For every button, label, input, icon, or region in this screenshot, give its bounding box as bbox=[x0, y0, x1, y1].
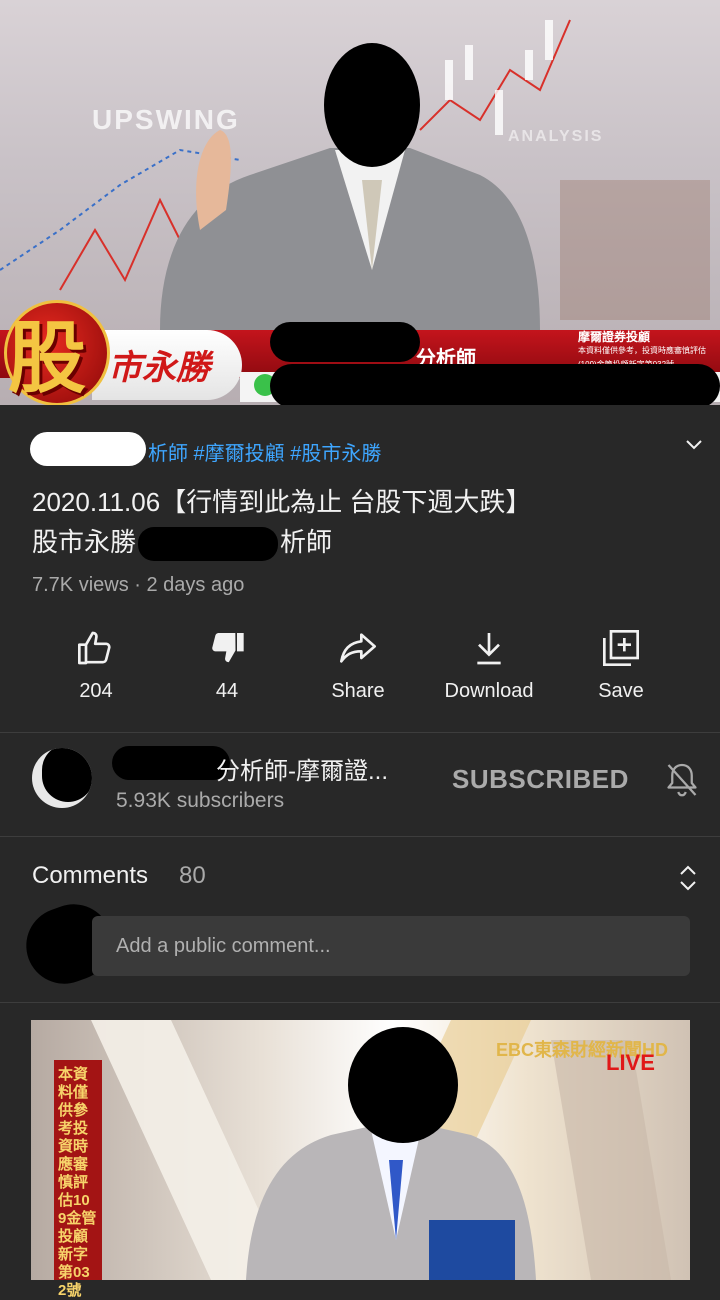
redaction-mark bbox=[138, 527, 279, 562]
redaction-mark bbox=[30, 432, 146, 466]
redaction-mark bbox=[112, 746, 230, 780]
broadcaster-name: 摩爾證券投顧 bbox=[578, 330, 651, 344]
meta-separator: · bbox=[128, 574, 147, 596]
video-hashtags[interactable]: 析師 #摩爾投顧 #股市永勝 bbox=[148, 437, 381, 466]
download-icon bbox=[477, 633, 501, 665]
broadcaster-disclaimer: 本資料僅供參考，投資時應審慎評估 bbox=[578, 346, 706, 355]
background-upswing-text: UPSWING bbox=[92, 104, 240, 135]
disclaimer-text: 本資料僅供參考投資時應審慎評估109金管投顧新字第032號 bbox=[58, 1066, 97, 1299]
share-label: Share bbox=[331, 680, 385, 702]
expand-collapse-icon[interactable] bbox=[677, 862, 699, 894]
thumbs-down-icon bbox=[212, 633, 244, 663]
divider bbox=[0, 1002, 720, 1003]
like-count: 204 bbox=[79, 680, 113, 702]
download-button[interactable]: Download bbox=[429, 622, 549, 703]
download-label: Download bbox=[444, 680, 534, 702]
redaction-mark bbox=[42, 748, 92, 802]
comment-placeholder: Add a public comment... bbox=[116, 935, 331, 957]
divider bbox=[0, 732, 720, 733]
video-title: 2020.11.06【行情到此為止 台股下週大跌】 股市永勝 析師 bbox=[32, 482, 682, 562]
chevron-down-icon[interactable] bbox=[682, 432, 706, 456]
comments-heading[interactable]: Comments bbox=[32, 862, 148, 890]
video-title-show-name: 股市永勝 bbox=[32, 527, 137, 557]
video-player[interactable]: UPSWING ANALYSIS 分析師 摩爾證券投顧 本資料僅供參考，投資時應… bbox=[0, 0, 720, 405]
comments-count: 80 bbox=[179, 862, 206, 889]
channel-name[interactable]: 分析師-摩爾證... bbox=[216, 751, 388, 786]
live-badge: LIVE bbox=[606, 1050, 655, 1075]
background-analysis-text: ANALYSIS bbox=[508, 128, 604, 145]
video-title-line2: 股市永勝 析師 bbox=[32, 522, 682, 562]
action-row: 204 44 Share Download Save bbox=[0, 622, 720, 718]
video-title-line1: 2020.11.06【行情到此為止 台股下週大跌】 bbox=[32, 487, 532, 517]
subscribed-button[interactable]: SUBSCRIBED bbox=[452, 764, 629, 795]
upload-age: 2 days ago bbox=[146, 574, 245, 596]
show-logo-main: 股 bbox=[8, 313, 87, 404]
dislike-button[interactable]: 44 bbox=[167, 622, 287, 703]
show-logo-sub: 市永勝 bbox=[108, 348, 210, 388]
divider bbox=[0, 836, 720, 837]
share-icon bbox=[340, 633, 376, 663]
dislike-count: 44 bbox=[215, 680, 239, 702]
view-count: 7.7K views bbox=[32, 574, 129, 596]
channel-avatar[interactable] bbox=[32, 748, 92, 808]
video-meta: 7.7K views · 2 days ago bbox=[32, 574, 244, 597]
save-playlist-icon bbox=[603, 630, 639, 666]
save-button[interactable]: Save bbox=[561, 622, 681, 703]
thumbs-up-icon bbox=[78, 631, 111, 665]
redaction-mark bbox=[270, 364, 720, 405]
notification-bell-off-icon[interactable] bbox=[664, 760, 700, 800]
like-button[interactable]: 204 bbox=[36, 622, 156, 703]
share-button[interactable]: Share bbox=[298, 622, 418, 703]
redaction-mark bbox=[270, 322, 420, 362]
save-label: Save bbox=[598, 680, 644, 702]
video-title-suffix: 析師 bbox=[280, 527, 333, 557]
subscriber-count: 5.93K subscribers bbox=[116, 789, 285, 812]
